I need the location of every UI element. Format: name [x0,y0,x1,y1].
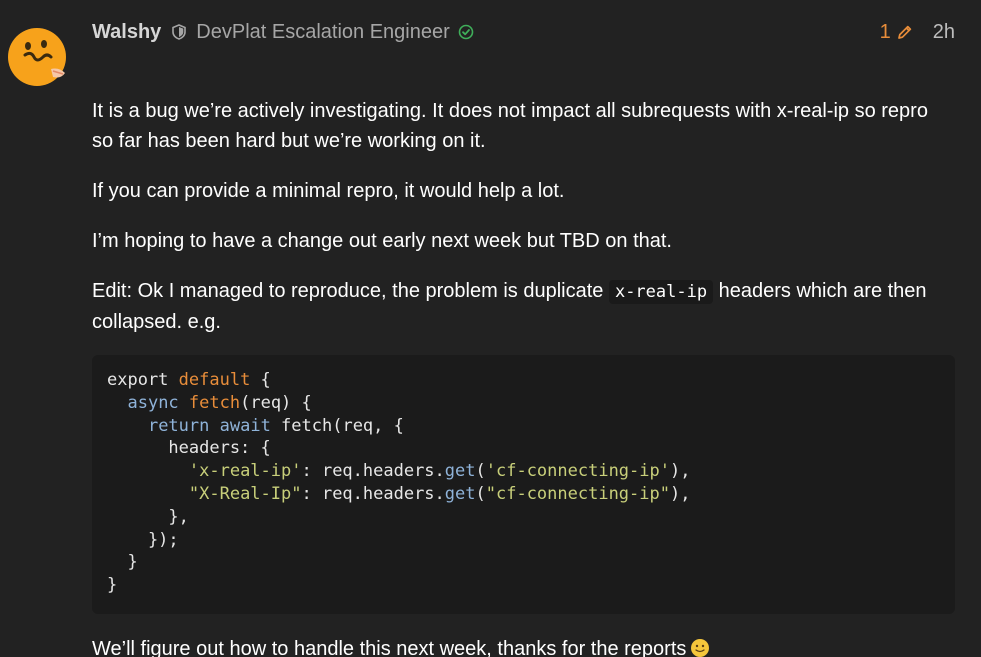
avatar[interactable] [7,27,67,87]
username-link[interactable]: Walshy [92,21,161,44]
edit-note-paragraph: Edit: Ok I managed to reproduce, the pro… [92,276,954,337]
code-line: async fetch(req) { [127,392,312,413]
code-line: "X-Real-Ip": req.headers.get("cf-connect… [188,483,691,504]
verified-check-icon [458,24,474,40]
code-line: return await fetch(req, { [147,415,404,436]
code-line: headers: { [107,438,271,459]
post-timestamp[interactable]: 2h [933,21,955,44]
code-line: }); [107,529,179,550]
inline-code: x-real-ip [608,280,714,304]
paragraph: It is a bug we’re actively investigating… [92,100,928,152]
edit-note-text: Edit: Ok I managed to reproduce, the pro… [92,280,609,302]
code-line: } [107,575,118,596]
pencil-icon [897,24,913,40]
closing-text: We’ll figure out how to handle this next… [92,638,687,657]
code-line: export default { [107,370,271,390]
paragraph: I’m hoping to have a change out early ne… [92,230,672,252]
code-block[interactable]: export default { async fetch(req) { retu… [92,355,955,614]
code-line: 'x-real-ip': req.headers.get('cf-connect… [188,461,691,482]
code-line: }, [107,506,189,527]
post-body: It is a bug we’re actively investigating… [92,96,954,357]
edit-history-button[interactable]: 1 [880,21,913,44]
shield-icon [171,24,187,40]
post-header: Walshy DevPlat Escalation Engineer 1 2h [92,18,955,46]
code-line: } [107,552,138,573]
edit-count: 1 [879,20,891,43]
user-title: DevPlat Escalation Engineer [196,20,450,43]
paragraph: If you can provide a minimal repro, it w… [92,180,565,202]
duck-avatar-icon [8,28,66,86]
slightly-smiling-face-icon [690,637,710,657]
closing-paragraph: We’ll figure out how to handle this next… [92,634,710,657]
